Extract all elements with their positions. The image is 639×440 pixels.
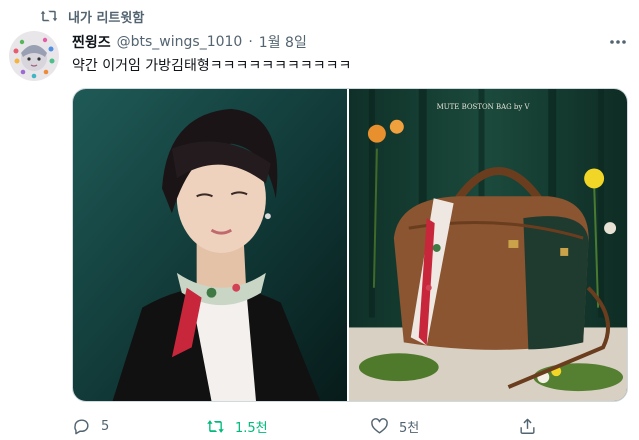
share-button[interactable] (518, 414, 537, 438)
media-photo-bag[interactable]: MUTE BOSTON BAG by V (349, 89, 627, 401)
retweet-icon (207, 419, 224, 433)
reply-icon (74, 418, 89, 434)
more-options-icon[interactable] (606, 32, 630, 52)
retweet-count: 1.5천 (235, 420, 268, 436)
author-display-name[interactable]: 찐윙즈 (72, 32, 111, 52)
bag-caption: MUTE BOSTON BAG by V (437, 103, 531, 111)
like-button[interactable]: 5천 (370, 414, 419, 438)
media-photo-person[interactable] (73, 89, 349, 401)
like-count: 5천 (399, 420, 420, 436)
reply-button[interactable]: 5 (72, 414, 109, 438)
tweet-actions: 5 1.5천 5천 (72, 414, 628, 438)
tweet-media: MUTE BOSTON BAG by V (72, 88, 628, 402)
tweet-text: 약간 이거임 가방김태형ㅋㅋㅋㅋㅋㅋㅋㅋㅋㅋㅋ (72, 58, 352, 74)
author-handle[interactable]: @bts_wings_1010 (117, 34, 243, 50)
avatar[interactable] (9, 31, 59, 81)
retweet-button[interactable]: 1.5천 (206, 414, 268, 438)
header-separator: · (248, 34, 253, 50)
retweet-icon (40, 10, 58, 22)
tweet-header: 찐윙즈 @bts_wings_1010 · 1월 8일 (72, 32, 307, 52)
tweet-date[interactable]: 1월 8일 (259, 32, 307, 52)
retweet-banner[interactable]: 내가 리트윗함 (40, 6, 144, 26)
retweet-banner-text: 내가 리트윗함 (68, 10, 145, 26)
share-icon (520, 418, 535, 434)
heart-icon (371, 417, 388, 434)
reply-count: 5 (101, 418, 110, 434)
